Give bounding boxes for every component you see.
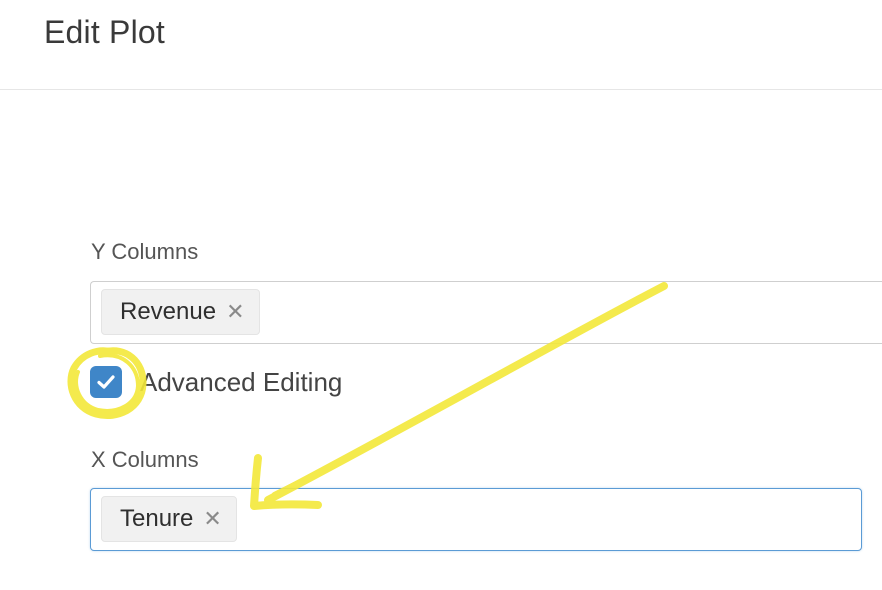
chip-label: Tenure	[120, 505, 194, 532]
y-columns-label: Y Columns	[91, 239, 199, 264]
check-icon	[97, 375, 115, 389]
y-columns-select[interactable]: Revenue ✕	[90, 281, 882, 344]
close-icon[interactable]: ✕	[226, 301, 244, 323]
chip-label: Revenue	[120, 298, 217, 325]
close-icon[interactable]: ✕	[203, 508, 221, 530]
page-title: Edit Plot	[44, 14, 165, 50]
y-column-chip-revenue: Revenue ✕	[101, 289, 260, 335]
advanced-editing-row: Advanced Editing	[90, 366, 342, 398]
advanced-editing-checkbox[interactable]	[90, 366, 122, 398]
header: Edit Plot	[0, 0, 882, 90]
advanced-editing-label: Advanced Editing	[140, 366, 343, 397]
x-columns-label: X Columns	[91, 447, 199, 472]
edit-plot-page: Edit Plot Y Columns Revenue ✕ Advanced E…	[0, 0, 882, 590]
x-column-chip-tenure: Tenure ✕	[101, 496, 237, 542]
x-columns-select[interactable]: Tenure ✕	[90, 488, 862, 551]
